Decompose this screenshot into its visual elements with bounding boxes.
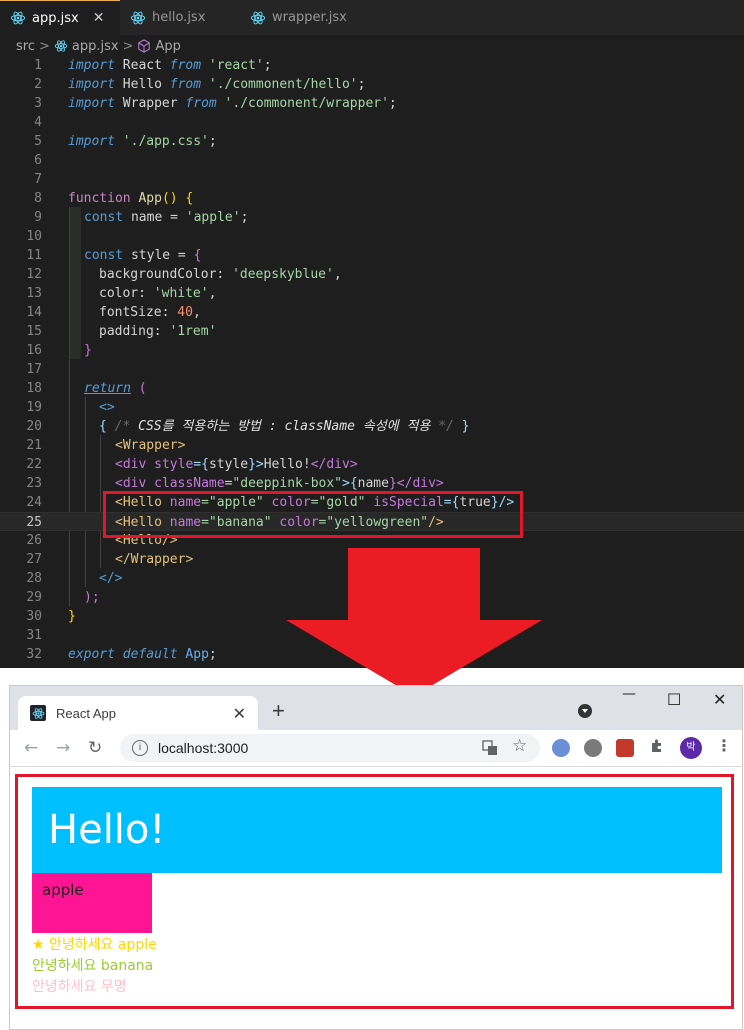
- code-line: 19 <>: [26, 400, 115, 415]
- close-window-button[interactable]: ✕: [713, 690, 726, 709]
- code-line: 6: [34, 153, 42, 168]
- hello-apple-text: ★ 안녕하세요 apple: [32, 937, 157, 953]
- maximize-button[interactable]: ☐: [667, 690, 681, 709]
- bookmark-star-icon[interactable]: ☆: [512, 736, 527, 756]
- code-line: 18 return (: [26, 381, 147, 396]
- code-line: 15 padding: '1rem': [26, 324, 217, 339]
- close-icon[interactable]: ✕: [93, 10, 105, 26]
- code-line: 7: [34, 172, 42, 187]
- tab-hello-jsx[interactable]: hello.jsx: [120, 0, 240, 35]
- more-menu-icon[interactable]: ⋮: [716, 736, 732, 755]
- deeppink-box: apple: [32, 873, 152, 933]
- code-line: 3 import Wrapper from './commonent/wrappe…: [34, 96, 397, 111]
- hello-default-text: 안녕하세요 무명: [32, 979, 127, 995]
- tab-label: app.jsx: [32, 10, 79, 26]
- code-line: 4: [34, 115, 42, 130]
- react-favicon-icon: [30, 705, 46, 721]
- react-icon: [250, 11, 266, 24]
- avatar[interactable]: 박: [680, 737, 702, 759]
- code-line: 1 import React from 'react';: [34, 58, 272, 73]
- breadcrumb-symbol[interactable]: App: [155, 39, 180, 54]
- tab-app-jsx[interactable]: app.jsx ✕: [0, 0, 120, 35]
- react-icon: [130, 11, 146, 24]
- hello-banana-text: 안녕하세요 banana: [32, 958, 154, 974]
- code-line: 20{ /* CSS를 적용하는 방법 : className 속성에 적용 *…: [26, 419, 470, 434]
- code-line: 22 <div style={style}>Hello!</div>: [26, 457, 358, 472]
- code-line: 21 <Wrapper>: [26, 438, 186, 453]
- address-bar[interactable]: i localhost:3000 ☆: [120, 734, 540, 762]
- tab-label: wrapper.jsx: [272, 10, 347, 25]
- code-highlight-box: [103, 491, 523, 538]
- code-line: 8 function App() {: [34, 191, 194, 206]
- down-arrow-icon: [286, 548, 542, 696]
- tab-label: hello.jsx: [152, 10, 206, 25]
- code-line: 16}: [26, 343, 92, 358]
- breadcrumb-file[interactable]: app.jsx: [72, 39, 119, 54]
- browser-window: React App ✕ + — ☐ ✕ ← → ↻ i localhost:30…: [9, 685, 743, 1030]
- code-line: 12 backgroundColor: 'deepskyblue',: [26, 267, 342, 282]
- extension-icon[interactable]: [616, 739, 634, 757]
- breadcrumb: src > app.jsx > App: [0, 35, 744, 57]
- puzzle-extensions-icon[interactable]: [649, 738, 665, 758]
- breadcrumb-folder[interactable]: src: [16, 39, 35, 54]
- tab-search-icon[interactable]: [578, 704, 592, 718]
- close-tab-icon[interactable]: ✕: [233, 704, 246, 724]
- cube-icon: [138, 39, 151, 53]
- code-line: 5 import './app.css';: [34, 134, 217, 149]
- browser-tab-title: React App: [56, 705, 116, 721]
- code-line: 17: [26, 362, 42, 377]
- code-line: 11 const style = {: [26, 248, 202, 263]
- translate-icon[interactable]: [482, 740, 498, 759]
- reload-button[interactable]: ↻: [88, 738, 102, 758]
- react-icon: [54, 40, 68, 52]
- code-line: 10: [26, 229, 42, 244]
- gear-extension-icon[interactable]: [584, 739, 602, 757]
- new-tab-button[interactable]: +: [272, 698, 285, 724]
- hello-box: Hello!: [32, 787, 722, 873]
- browser-toolbar: ← → ↻ i localhost:3000 ☆ 박 ⋮: [10, 730, 742, 767]
- minimize-button[interactable]: —: [622, 686, 636, 702]
- code-line: 9 const name = 'apple';: [34, 210, 249, 225]
- url-text[interactable]: localhost:3000: [158, 740, 248, 756]
- browser-title-bar: React App ✕ + — ☐ ✕: [10, 686, 742, 730]
- code-line: 2 import Hello from './commonent/hello';: [34, 77, 366, 92]
- editor-tab-bar: app.jsx ✕ hello.jsx wrapper.jsx: [0, 0, 744, 35]
- info-icon[interactable]: i: [132, 740, 148, 756]
- chevron-right-icon: >: [122, 38, 134, 54]
- tab-wrapper-jsx[interactable]: wrapper.jsx: [240, 0, 370, 35]
- browser-tab[interactable]: React App ✕: [18, 696, 258, 730]
- forward-button[interactable]: →: [56, 738, 70, 758]
- chevron-right-icon: >: [38, 38, 50, 54]
- code-line: 13 color: 'white',: [26, 286, 217, 301]
- page-viewport: Hello! apple ★ 안녕하세요 apple 안녕하세요 banana …: [10, 767, 742, 1029]
- extension-icon[interactable]: [552, 739, 570, 757]
- back-button[interactable]: ←: [24, 738, 38, 758]
- react-icon: [10, 11, 26, 25]
- code-line: 14 fontSize: 40,: [26, 305, 201, 320]
